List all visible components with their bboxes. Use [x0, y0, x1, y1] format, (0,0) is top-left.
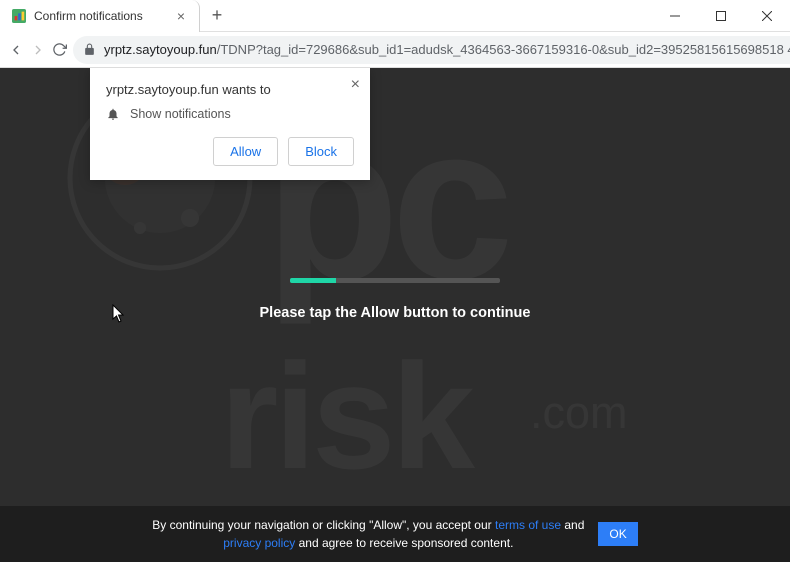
notification-permission-dialog: × yrptz.saytoyoup.fun wants to Show noti…	[90, 68, 370, 180]
cookie-ok-button[interactable]: OK	[598, 522, 637, 546]
new-tab-button[interactable]: +	[204, 3, 230, 29]
window-close-button[interactable]	[744, 0, 790, 32]
window-controls	[652, 0, 790, 32]
terms-link[interactable]: terms of use	[495, 518, 561, 532]
page-content: pc risk .com × yrptz.saytoyoup.fun wants…	[0, 68, 790, 562]
window-maximize-button[interactable]	[698, 0, 744, 32]
cookie-consent-bar: By continuing your navigation or clickin…	[0, 506, 790, 562]
tab-close-icon[interactable]: ×	[173, 8, 189, 24]
favicon-icon	[12, 9, 26, 23]
reload-button[interactable]	[52, 37, 67, 63]
permission-row: Show notifications	[106, 107, 354, 121]
privacy-link[interactable]: privacy policy	[223, 536, 295, 550]
svg-text:.com: .com	[530, 387, 628, 438]
permission-label: Show notifications	[130, 107, 231, 121]
address-bar[interactable]: yrptz.saytoyoup.fun/TDNP?tag_id=729686&s…	[73, 36, 790, 64]
allow-button[interactable]: Allow	[213, 137, 278, 166]
progress-bar	[290, 278, 500, 283]
forward-button[interactable]	[30, 37, 46, 63]
svg-text:risk: risk	[220, 332, 475, 500]
back-button[interactable]	[8, 37, 24, 63]
url-text: yrptz.saytoyoup.fun/TDNP?tag_id=729686&s…	[104, 42, 790, 57]
block-button[interactable]: Block	[288, 137, 354, 166]
dialog-close-icon[interactable]: ×	[351, 76, 360, 94]
window-titlebar: Confirm notifications × +	[0, 0, 790, 32]
instruction-text: Please tap the Allow button to continue	[260, 305, 531, 321]
tab-title: Confirm notifications	[34, 9, 173, 23]
progress-fill	[290, 278, 336, 283]
dialog-title: yrptz.saytoyoup.fun wants to	[106, 82, 354, 97]
cookie-text: By continuing your navigation or clickin…	[152, 516, 584, 552]
bell-icon	[106, 107, 120, 121]
browser-tab[interactable]: Confirm notifications ×	[0, 0, 200, 32]
secure-lock-icon	[83, 43, 96, 56]
main-center: Please tap the Allow button to continue	[0, 278, 790, 321]
browser-toolbar: yrptz.saytoyoup.fun/TDNP?tag_id=729686&s…	[0, 32, 790, 68]
window-minimize-button[interactable]	[652, 0, 698, 32]
